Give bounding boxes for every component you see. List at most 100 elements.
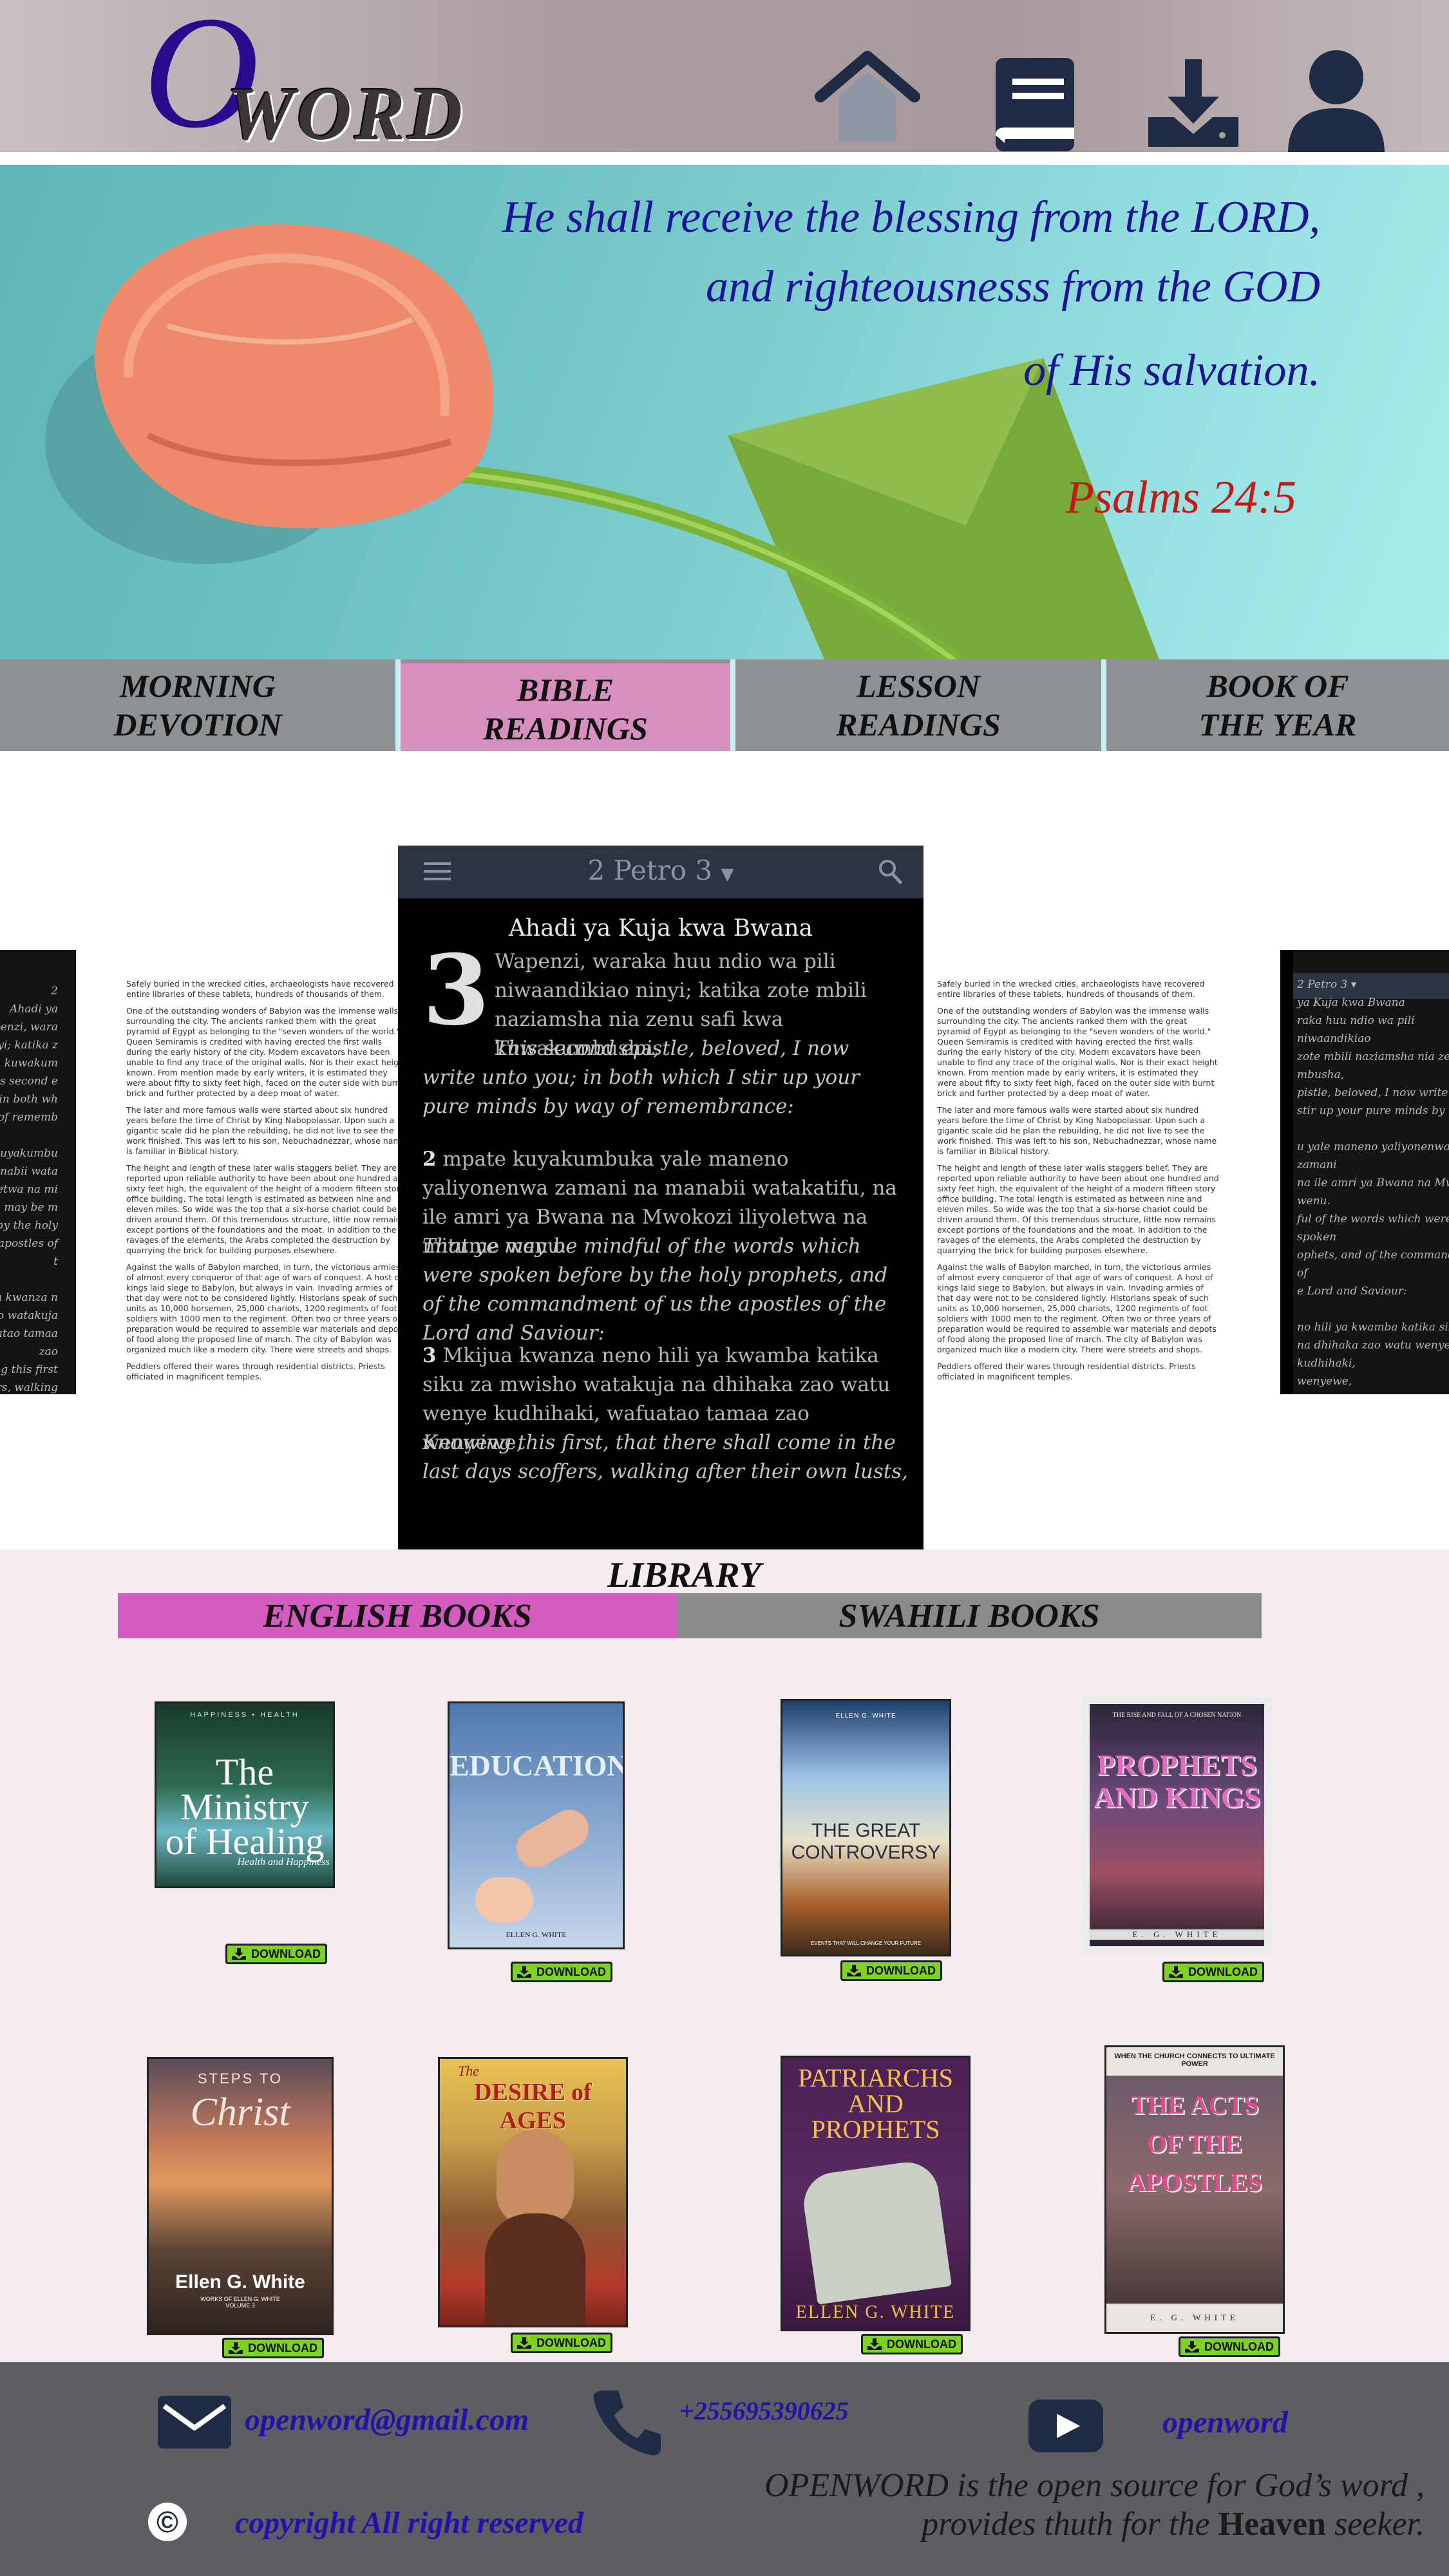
download-button[interactable]: DOWNLOAD — [861, 2334, 963, 2354]
download-button[interactable]: DOWNLOAD — [222, 2338, 324, 2358]
home-icon[interactable] — [813, 45, 922, 155]
download-button[interactable]: DOWNLOAD — [225, 1944, 327, 1964]
download-icon — [229, 2342, 243, 2354]
tablets-illustration — [800, 2158, 952, 2305]
doc-paragraph: Peddlers offered their wares through res… — [937, 1361, 1196, 1381]
doc-paragraph: One of the outstanding wonders of Babylo… — [126, 1006, 407, 1098]
book-cover-author: ELLEN G. WHITE — [506, 1930, 567, 1939]
download-icon — [517, 2337, 531, 2349]
side-phone-right: 2 Petro 3 ▾ ya Kuja kwa Bwana raka huu n… — [1280, 950, 1449, 1394]
book-cover-desire-of-ages[interactable]: The DESIRE of AGES — [438, 2057, 628, 2327]
download-label: DOWNLOAD — [536, 2336, 606, 2349]
book-cover-title: DESIRE of AGES — [474, 2079, 592, 2134]
book-cover-author: E. G. WHITE — [1150, 2313, 1239, 2322]
tab-book-of-the-year[interactable]: BOOK OF THE YEAR — [1106, 659, 1449, 751]
site-footer: openword@gmail.com +255695390625 openwor… — [0, 2362, 1449, 2576]
book-cover-tagline: EVENTS THAT WILL CHANGE YOUR FUTURE — [810, 1940, 922, 1946]
book-cover-author: ELLEN G. WHITE — [795, 2302, 956, 2322]
reader-phone: 2 Petro 3 ▼ Ahadi ya Kuja kwa Bwana 3 Wa… — [398, 846, 923, 1605]
about-line: provides thuth for the Heaven seeker. — [922, 2505, 1425, 2543]
verse-line: He shall receive the blessing from the L… — [502, 193, 1320, 242]
book-cover-title: THE GREAT CONTROVERSY — [791, 1820, 941, 1863]
doc-paragraph: One of the outstanding wonders of Babylo… — [937, 1006, 1218, 1098]
portrait-illustration — [485, 2213, 585, 2325]
phone-number[interactable]: +255695390625 — [679, 2396, 849, 2426]
about-text: provides thuth for the — [922, 2506, 1218, 2543]
book-selector[interactable]: 2 Petro 3 ▼ — [398, 855, 923, 886]
download-icon — [517, 1966, 531, 1978]
download-label: DOWNLOAD — [866, 1964, 936, 1977]
side-phone-text: 2 Petro 3 ▾ ya Kuja kwa Bwana raka huu n… — [1297, 978, 1449, 1394]
chapter-number: 3 — [422, 934, 490, 1047]
book-cover-author: E. G. WHITE — [1090, 1929, 1264, 1940]
book-cover-education[interactable]: EDUCATION ELLEN G. WHITE — [448, 1701, 625, 1949]
download-label: DOWNLOAD — [248, 2341, 317, 2354]
book-cover-ministry-of-healing[interactable]: HAPPINESS • HEALTH The Ministry of Heali… — [155, 1701, 335, 1888]
tab-separator — [395, 659, 401, 751]
header-divider — [0, 152, 1449, 165]
email-link[interactable]: openword@gmail.com — [245, 2402, 529, 2438]
reader-toolbar: 2 Petro 3 ▼ — [398, 846, 923, 898]
book-cover-great-controversy[interactable]: ELLEN G. WHITE THE GREAT CONTROVERSY EVE… — [781, 1699, 951, 1956]
tab-separator — [730, 659, 735, 751]
scripture-banner: He shall receive the blessing from the L… — [0, 165, 1449, 659]
book-icon[interactable] — [983, 45, 1092, 155]
book-cover-author: ELLEN G. WHITE — [835, 1712, 896, 1719]
download-label: DOWNLOAD — [536, 1965, 606, 1978]
tab-bible-readings[interactable]: BIBLE READINGS — [401, 663, 730, 755]
doc-paragraph: The later and more famous walls were sta… — [126, 1105, 406, 1156]
book-cover-subtitle: WORKS OF ELLEN G. WHITE VOLUME 3 — [200, 2296, 280, 2309]
search-icon[interactable] — [878, 858, 902, 884]
doc-paragraph: Against the walls of Babylon marched, in… — [126, 1262, 406, 1354]
document-page-left: Safely buried in the wrecked cities, arc… — [126, 979, 410, 1388]
download-label: DOWNLOAD — [251, 1947, 321, 1960]
tab-lesson-readings[interactable]: LESSON READINGS — [735, 659, 1101, 751]
document-page-right: Safely buried in the wrecked cities, arc… — [937, 979, 1220, 1388]
mail-icon[interactable] — [156, 2394, 232, 2450]
site-logo[interactable]: O WORD — [143, 0, 462, 153]
book-cover-acts-of-the-apostles[interactable]: WHEN THE CHURCH CONNECTS TO ULTIMATE POW… — [1104, 2045, 1285, 2334]
download-button[interactable]: DOWNLOAD — [1162, 1962, 1264, 1982]
book-cover-steps-to-christ[interactable]: STEPS TO Christ Ellen G. White WORKS OF … — [147, 2057, 334, 2335]
doc-paragraph: Peddlers offered their wares through res… — [126, 1361, 385, 1381]
download-button[interactable]: DOWNLOAD — [840, 1960, 942, 1981]
book-cover-top: STEPS TO — [197, 2070, 283, 2087]
download-icon — [867, 2338, 882, 2350]
phone-icon[interactable] — [591, 2385, 662, 2456]
doc-paragraph: Safely buried in the wrecked cities, arc… — [126, 979, 394, 999]
doc-paragraph: The height and length of these later wal… — [937, 1163, 1219, 1255]
book-cover-title: EDUCATION — [450, 1749, 625, 1782]
download-button[interactable]: DOWNLOAD — [511, 1962, 612, 1982]
download-label: DOWNLOAD — [1188, 1965, 1258, 1978]
verse-reference: Psalms 24:5 — [1066, 471, 1296, 523]
book-cover-title: PATRIARCHS AND PROPHETS — [798, 2063, 953, 2144]
download-icon — [847, 1965, 861, 1976]
logo-word: WORD — [227, 71, 466, 156]
tab-swahili-books[interactable]: SWAHILI BOOKS — [677, 1593, 1262, 1638]
hand-illustration — [475, 1877, 533, 1922]
tab-morning-devotion[interactable]: MORNING DEVOTION — [0, 659, 395, 751]
download-button[interactable]: DOWNLOAD — [1179, 2336, 1280, 2357]
book-cover-title: The Ministry of Healing — [165, 1751, 325, 1862]
tab-english-books[interactable]: ENGLISH BOOKS — [118, 1593, 677, 1638]
youtube-icon[interactable] — [1027, 2398, 1104, 2454]
hand-illustration — [509, 1803, 596, 1875]
book-cover-author: Ellen G. White — [175, 2271, 305, 2293]
side-phone-text: 2 Ahadi ya Wapenzi, wara ninyi; katika z… — [0, 985, 58, 1394]
download-button[interactable]: DOWNLOAD — [511, 2333, 612, 2353]
book-cover-patriarchs-and-prophets[interactable]: PATRIARCHS AND PROPHETS ELLEN G. WHITE — [781, 2056, 971, 2331]
book-cover-top: HAPPINESS • HEALTH — [190, 1711, 299, 1719]
book-cover-title: PROPHETS AND KINGS — [1093, 1748, 1261, 1814]
verse-3-english: Knowing this first, that there shall com… — [422, 1431, 909, 1483]
download-icon[interactable] — [1139, 45, 1248, 155]
user-icon[interactable] — [1282, 44, 1391, 153]
download-label: DOWNLOAD — [887, 2337, 956, 2351]
about-text: seeker. — [1325, 2506, 1425, 2543]
about-line: OPENWORD is the open source for God’s wo… — [764, 2467, 1425, 2504]
doc-paragraph: Against the walls of Babylon marched, in… — [937, 1262, 1217, 1354]
book-cover-prophets-and-kings[interactable]: THE RISE AND FALL OF A CHOSEN NATION PRO… — [1082, 1696, 1272, 1954]
site-header: O WORD — [0, 0, 1449, 155]
verse-line: of His salvation. — [1023, 346, 1320, 395]
youtube-channel[interactable]: openword — [1162, 2405, 1288, 2440]
book-cover-top: The — [458, 2063, 479, 2079]
